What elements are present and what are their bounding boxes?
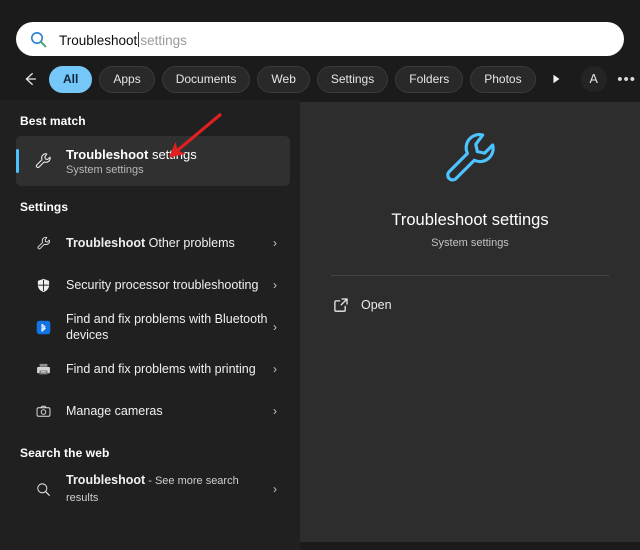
settings-item-label-bold: Troubleshoot — [66, 236, 146, 250]
web-search-label: Troubleshoot - See more search results — [66, 472, 268, 506]
preview-title: Troubleshoot settings — [391, 211, 549, 229]
text-caret — [138, 32, 140, 48]
best-match-result-troubleshoot-settings[interactable]: Troubleshoot settings System settings — [16, 136, 290, 186]
preview-panel: Troubleshoot settings System settings Op… — [300, 102, 640, 542]
play-triangle-icon[interactable] — [545, 67, 567, 91]
overflow-menu-button[interactable]: ••• — [614, 66, 640, 92]
best-match-subtitle: System settings — [66, 163, 144, 176]
results-panel: Best match Troubleshoot settings System … — [0, 100, 300, 550]
chevron-right-icon[interactable]: › — [268, 320, 282, 334]
settings-item-label: Troubleshoot Other problems — [66, 235, 268, 251]
tab-web[interactable]: Web — [257, 65, 310, 93]
chevron-right-icon[interactable]: › — [268, 236, 282, 250]
settings-item-label: Manage cameras — [66, 403, 268, 419]
tab-photos[interactable]: Photos — [470, 65, 536, 93]
settings-item-label-rest: Find and fix problems with printing — [66, 362, 256, 376]
chevron-right-icon[interactable]: › — [268, 362, 282, 376]
web-search-result-troubleshoot[interactable]: Troubleshoot - See more search results › — [16, 468, 290, 510]
settings-item-label-rest: Security processor troubleshooting — [66, 278, 259, 292]
preview-divider — [331, 275, 609, 276]
open-action-label: Open — [361, 298, 392, 312]
best-match-title: Troubleshoot settings — [66, 147, 197, 162]
wrench-icon — [30, 235, 56, 252]
preview-subtitle: System settings — [431, 237, 509, 249]
best-match-title-rest: settings — [148, 146, 197, 162]
wrench-icon — [30, 151, 56, 171]
search-bar[interactable]: Troubleshoot settings — [16, 22, 624, 56]
settings-section-title: Settings — [20, 200, 69, 214]
best-match-section-title: Best match — [20, 114, 86, 128]
tab-folders[interactable]: Folders — [395, 65, 464, 93]
settings-item-printing-troubleshooter[interactable]: Find and fix problems with printing › — [16, 348, 290, 390]
settings-item-security-processor-troubleshooting[interactable]: Security processor troubleshooting › — [16, 264, 290, 306]
best-match-text: Troubleshoot settings System settings — [66, 147, 197, 176]
web-section-title: Search the web — [20, 446, 110, 460]
back-arrow-icon[interactable] — [18, 67, 42, 91]
shield-icon — [30, 277, 56, 294]
windows-search-window: Troubleshoot settings All Apps Documents… — [0, 0, 640, 550]
preview-content: Troubleshoot settings System settings Op… — [300, 102, 640, 542]
settings-item-label: Find and fix problems with printing — [66, 361, 268, 377]
open-action-button[interactable]: Open — [331, 292, 609, 318]
external-link-icon — [333, 297, 349, 313]
search-query-text: Troubleshoot — [59, 33, 138, 49]
settings-item-label: Security processor troubleshooting — [66, 277, 268, 293]
chevron-right-icon[interactable]: › — [268, 278, 282, 292]
bluetooth-icon — [30, 319, 56, 336]
search-input[interactable]: Troubleshoot settings — [59, 30, 187, 48]
account-button[interactable]: A — [580, 66, 607, 92]
chevron-right-icon[interactable]: › — [268, 404, 282, 418]
settings-item-manage-cameras[interactable]: Manage cameras › — [16, 390, 290, 432]
settings-item-label-rest: Other problems — [145, 236, 235, 250]
filter-tab-row: All Apps Documents Web Settings Folders … — [18, 64, 635, 94]
wrench-icon-large — [440, 128, 500, 193]
web-search-label-bold: Troubleshoot — [66, 473, 146, 487]
settings-item-bluetooth-troubleshooter[interactable]: Find and fix problems with Bluetooth dev… — [16, 306, 290, 348]
search-autocomplete-text: settings — [140, 33, 187, 49]
settings-item-label: Find and fix problems with Bluetooth dev… — [66, 311, 268, 343]
tab-settings[interactable]: Settings — [316, 65, 389, 93]
tab-all[interactable]: All — [49, 65, 93, 93]
search-icon — [30, 31, 47, 48]
camera-icon — [30, 403, 56, 420]
selection-accent-bar — [16, 149, 19, 173]
settings-item-label-rest: Manage cameras — [66, 404, 163, 418]
settings-item-label-rest: Find and fix problems with Bluetooth dev… — [66, 312, 268, 342]
tab-documents[interactable]: Documents — [161, 65, 251, 93]
best-match-title-bold: Troubleshoot — [66, 146, 149, 162]
settings-item-troubleshoot-other-problems[interactable]: Troubleshoot Other problems › — [16, 222, 290, 264]
search-icon — [30, 481, 56, 498]
chevron-right-icon[interactable]: › — [268, 482, 282, 496]
printer-icon — [30, 361, 56, 378]
tab-apps[interactable]: Apps — [99, 65, 155, 93]
